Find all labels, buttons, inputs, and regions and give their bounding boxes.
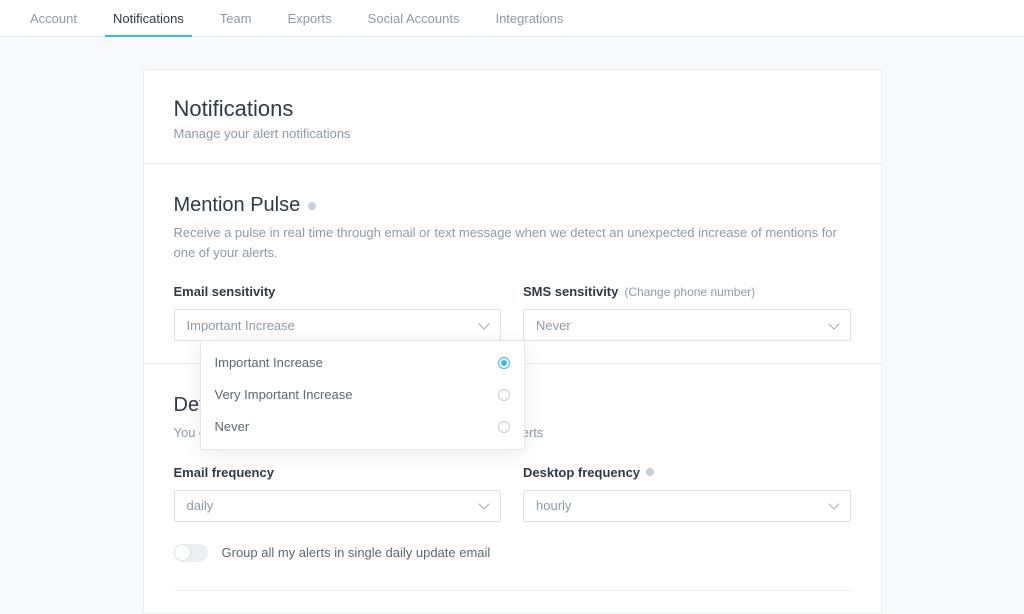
radio-icon bbox=[498, 389, 510, 401]
chevron-down-icon bbox=[478, 498, 489, 509]
mention-pulse-desc: Receive a pulse in real time through ema… bbox=[174, 223, 851, 262]
email-frequency-select[interactable]: daily bbox=[174, 490, 502, 522]
group-alerts-label: Group all my alerts in single daily upda… bbox=[222, 545, 491, 560]
page-subtitle: Manage your alert notifications bbox=[174, 126, 851, 141]
content-wrapper: Notifications Manage your alert notifica… bbox=[0, 37, 1024, 614]
tab-social-accounts[interactable]: Social Accounts bbox=[360, 0, 468, 37]
chevron-down-icon bbox=[828, 498, 839, 509]
sms-sensitivity-label: SMS sensitivity (Change phone number) bbox=[523, 284, 851, 299]
radio-selected-icon bbox=[498, 357, 510, 369]
group-alerts-row: Group all my alerts in single daily upda… bbox=[174, 544, 851, 562]
email-frequency-field: Email frequency daily bbox=[174, 465, 502, 522]
desktop-frequency-label: Desktop frequency bbox=[523, 465, 851, 480]
tab-bar: Account Notifications Team Exports Socia… bbox=[0, 0, 1024, 37]
email-sensitivity-select[interactable]: Important Increase Important Increase Ve… bbox=[174, 309, 502, 341]
email-sensitivity-field: Email sensitivity Important Increase Imp… bbox=[174, 284, 502, 341]
email-frequency-label: Email frequency bbox=[174, 465, 502, 480]
desktop-frequency-value: hourly bbox=[536, 498, 571, 513]
sms-sensitivity-value: Never bbox=[536, 318, 571, 333]
email-sensitivity-value: Important Increase bbox=[187, 318, 295, 333]
change-phone-link[interactable]: (Change phone number) bbox=[624, 285, 755, 299]
settings-card: Notifications Manage your alert notifica… bbox=[143, 69, 882, 614]
chevron-down-icon bbox=[478, 318, 489, 329]
pulse-fields: Email sensitivity Important Increase Imp… bbox=[174, 284, 851, 341]
sms-sensitivity-field: SMS sensitivity (Change phone number) Ne… bbox=[523, 284, 851, 341]
tab-team[interactable]: Team bbox=[212, 0, 260, 37]
radio-icon bbox=[498, 421, 510, 433]
email-frequency-value: daily bbox=[187, 498, 214, 513]
desktop-frequency-label-text: Desktop frequency bbox=[523, 465, 640, 480]
desktop-frequency-field: Desktop frequency hourly bbox=[523, 465, 851, 522]
mention-pulse-title-text: Mention Pulse bbox=[174, 194, 301, 217]
dropdown-option-label: Never bbox=[215, 411, 250, 443]
default-fields: Email frequency daily Desktop frequency … bbox=[174, 465, 851, 522]
email-sensitivity-dropdown: Important Increase Very Important Increa… bbox=[200, 340, 526, 450]
dropdown-option-label: Very Important Increase bbox=[215, 379, 353, 411]
info-icon[interactable] bbox=[646, 468, 654, 476]
toggle-knob bbox=[174, 544, 191, 561]
tab-notifications[interactable]: Notifications bbox=[105, 0, 192, 37]
mention-pulse-section: Mention Pulse Receive a pulse in real ti… bbox=[144, 164, 881, 364]
mention-pulse-title: Mention Pulse bbox=[174, 194, 851, 217]
info-icon[interactable] bbox=[308, 202, 316, 210]
tab-exports[interactable]: Exports bbox=[280, 0, 340, 37]
card-header: Notifications Manage your alert notifica… bbox=[144, 70, 881, 164]
dropdown-option-label: Important Increase bbox=[215, 347, 323, 379]
sms-sensitivity-label-text: SMS sensitivity bbox=[523, 284, 618, 299]
dropdown-option-important[interactable]: Important Increase bbox=[201, 347, 525, 379]
tab-integrations[interactable]: Integrations bbox=[487, 0, 571, 37]
sms-sensitivity-select[interactable]: Never bbox=[523, 309, 851, 341]
tab-account[interactable]: Account bbox=[22, 0, 85, 37]
chevron-down-icon bbox=[828, 318, 839, 329]
dropdown-option-never[interactable]: Never bbox=[201, 411, 525, 443]
page-title: Notifications bbox=[174, 96, 851, 122]
group-alerts-toggle[interactable] bbox=[174, 544, 208, 562]
desktop-frequency-select[interactable]: hourly bbox=[523, 490, 851, 522]
dropdown-option-very-important[interactable]: Very Important Increase bbox=[201, 379, 525, 411]
email-sensitivity-label: Email sensitivity bbox=[174, 284, 502, 299]
